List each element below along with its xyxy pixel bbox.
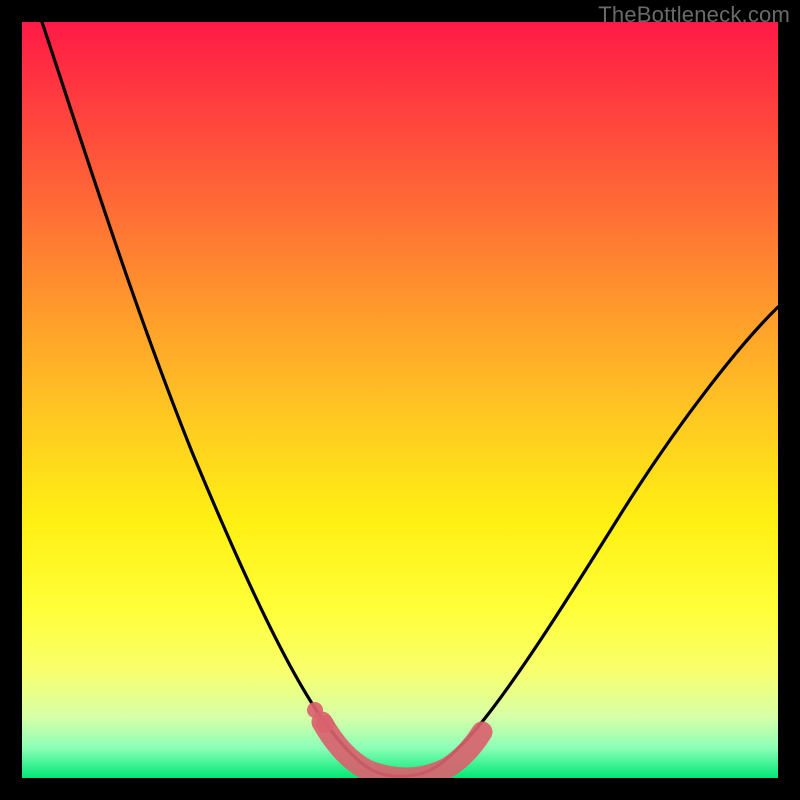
plot-area — [22, 22, 778, 778]
floor-path — [322, 722, 482, 778]
watermark-text: TheBottleneck.com — [598, 2, 790, 28]
chart-frame: TheBottleneck.com — [0, 0, 800, 800]
curve-path — [42, 22, 778, 776]
floor-dot — [316, 715, 334, 733]
bottleneck-curve — [22, 22, 778, 778]
floor-dot — [307, 702, 323, 718]
